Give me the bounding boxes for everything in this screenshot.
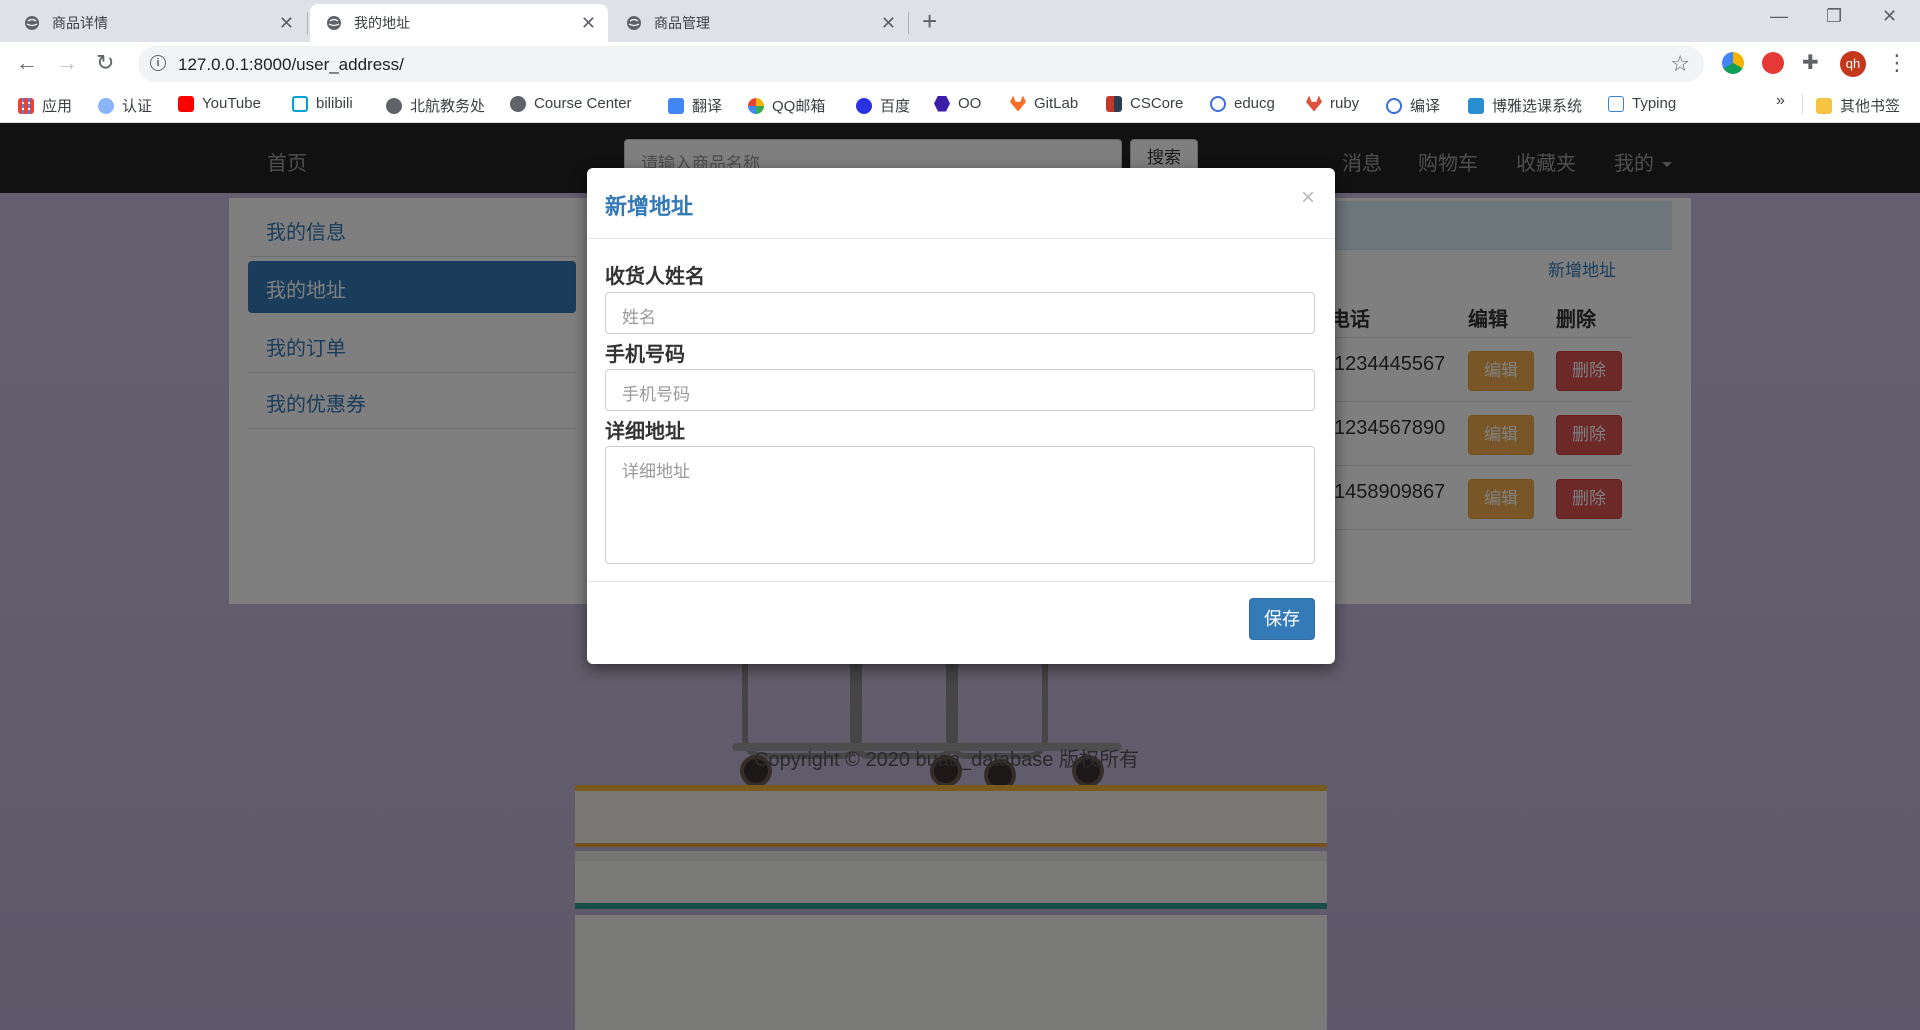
phone-number-label: 手机号码 [605, 344, 685, 366]
phone-number-input[interactable]: 手机号码 [605, 369, 1315, 411]
tab-title: 我的地址 [354, 15, 410, 31]
modal-header: 新增地址 × [587, 168, 1335, 239]
detailed-address-label: 详细地址 [605, 421, 685, 443]
tab-title: 商品管理 [654, 15, 710, 31]
bilibili-icon [292, 95, 308, 112]
bookmark-oo[interactable]: OO [934, 95, 981, 112]
url-text[interactable]: 127.0.0.1:8000/user_address/ [178, 55, 404, 75]
bookmark-youtube[interactable]: YouTube [178, 95, 261, 112]
bookmark-other[interactable]: 其他书签 [1816, 95, 1900, 116]
recipient-name-label: 收货人姓名 [605, 266, 705, 288]
educg-icon [1210, 95, 1226, 112]
bookmarks-overflow-icon[interactable]: » [1776, 92, 1785, 110]
extension-icon[interactable] [1722, 52, 1744, 74]
site-info-icon[interactable]: i [150, 55, 166, 71]
tab-close-icon[interactable]: ✕ [279, 14, 294, 32]
add-address-modal: 新增地址 × 收货人姓名 姓名 手机号码 手机号码 详细地址 详细地址 保存 [587, 168, 1335, 664]
globe-icon [386, 97, 402, 114]
globe-icon [627, 16, 641, 30]
recipient-name-input[interactable]: 姓名 [605, 292, 1315, 334]
folder-icon [1816, 97, 1832, 114]
bookmarks-divider [1802, 94, 1803, 114]
bookmark-course-center[interactable]: Course Center [510, 95, 632, 112]
bookmark-star-icon[interactable]: ☆ [1670, 51, 1690, 77]
bookmarks-bar: 应用 认证 YouTube bilibili 北航教务处 Course Cent… [0, 86, 1920, 123]
browser-menu-icon[interactable]: ⋮ [1886, 50, 1908, 76]
bookmark-baidu[interactable]: 百度 [856, 95, 910, 116]
tab-my-address[interactable]: 我的地址 ✕ [310, 4, 608, 42]
tab-title: 商品详情 [52, 15, 108, 31]
typing-icon [1608, 95, 1624, 112]
gitlab-icon [1010, 95, 1026, 112]
tab-product-manage[interactable]: 商品管理 ✕ [610, 4, 908, 42]
bookmark-cscore[interactable]: CSCore [1106, 95, 1183, 112]
baidu-icon [856, 97, 872, 114]
tab-product-detail[interactable]: 商品详情 ✕ [8, 4, 306, 42]
bookmark-ruby[interactable]: ruby [1306, 95, 1359, 112]
modal-title: 新增地址 [605, 194, 694, 219]
restore-icon[interactable]: ❐ [1826, 6, 1842, 27]
adblock-icon[interactable] [1762, 52, 1784, 74]
bookmark-typing[interactable]: Typing [1608, 95, 1676, 112]
auth-icon [98, 97, 114, 114]
address-bar[interactable]: i 127.0.0.1:8000/user_address/ ☆ [138, 46, 1704, 82]
bookmark-auth[interactable]: 认证 [98, 95, 152, 116]
bookmark-qqmail[interactable]: QQ邮箱 [748, 95, 825, 116]
browser-toolbar: ← → ↻ i 127.0.0.1:8000/user_address/ ☆ ✚… [0, 42, 1920, 86]
educg-icon [1386, 97, 1402, 114]
bookmark-boya[interactable]: 博雅选课系统 [1468, 95, 1582, 116]
detailed-address-textarea[interactable]: 详细地址 [605, 446, 1315, 564]
close-window-icon[interactable]: ✕ [1882, 6, 1897, 27]
globe-icon [510, 95, 526, 112]
back-icon[interactable]: ← [16, 50, 38, 76]
book-icon [1468, 97, 1484, 114]
tab-separator [307, 12, 308, 34]
globe-icon [25, 16, 39, 30]
bookmark-translate[interactable]: 翻译 [668, 95, 722, 116]
bookmark-gitlab[interactable]: GitLab [1010, 95, 1078, 112]
youtube-icon [178, 95, 194, 112]
new-tab-icon[interactable]: + [922, 6, 937, 37]
bookmark-bilibili[interactable]: bilibili [292, 95, 353, 112]
qqmail-icon [748, 97, 764, 114]
close-icon[interactable]: × [1301, 184, 1315, 212]
minimize-icon[interactable]: — [1770, 6, 1788, 27]
ruby-icon [1306, 95, 1322, 112]
extensions-puzzle-icon[interactable]: ✚ [1802, 50, 1819, 75]
tab-close-icon[interactable]: ✕ [581, 14, 596, 32]
bookmark-compile[interactable]: 编译 [1386, 95, 1440, 116]
forward-icon[interactable]: → [56, 50, 78, 76]
save-button[interactable]: 保存 [1249, 598, 1315, 640]
modal-footer [587, 581, 1335, 665]
cscore-icon [1106, 95, 1122, 112]
tab-close-icon[interactable]: ✕ [881, 14, 896, 32]
globe-icon [327, 16, 341, 30]
apps-grid-icon [18, 97, 34, 114]
bookmark-buaa-jwc[interactable]: 北航教务处 [386, 95, 485, 116]
browser-tabstrip: 商品详情 ✕ 我的地址 ✕ 商品管理 ✕ + — ❐ ✕ [0, 0, 1920, 42]
reload-icon[interactable]: ↻ [96, 50, 114, 76]
hexagon-icon [934, 95, 950, 112]
profile-avatar[interactable]: qh [1840, 51, 1866, 77]
translate-icon [668, 97, 684, 114]
bookmark-apps[interactable]: 应用 [18, 95, 72, 116]
bookmark-educg[interactable]: educg [1210, 95, 1275, 112]
tab-separator [908, 12, 909, 34]
